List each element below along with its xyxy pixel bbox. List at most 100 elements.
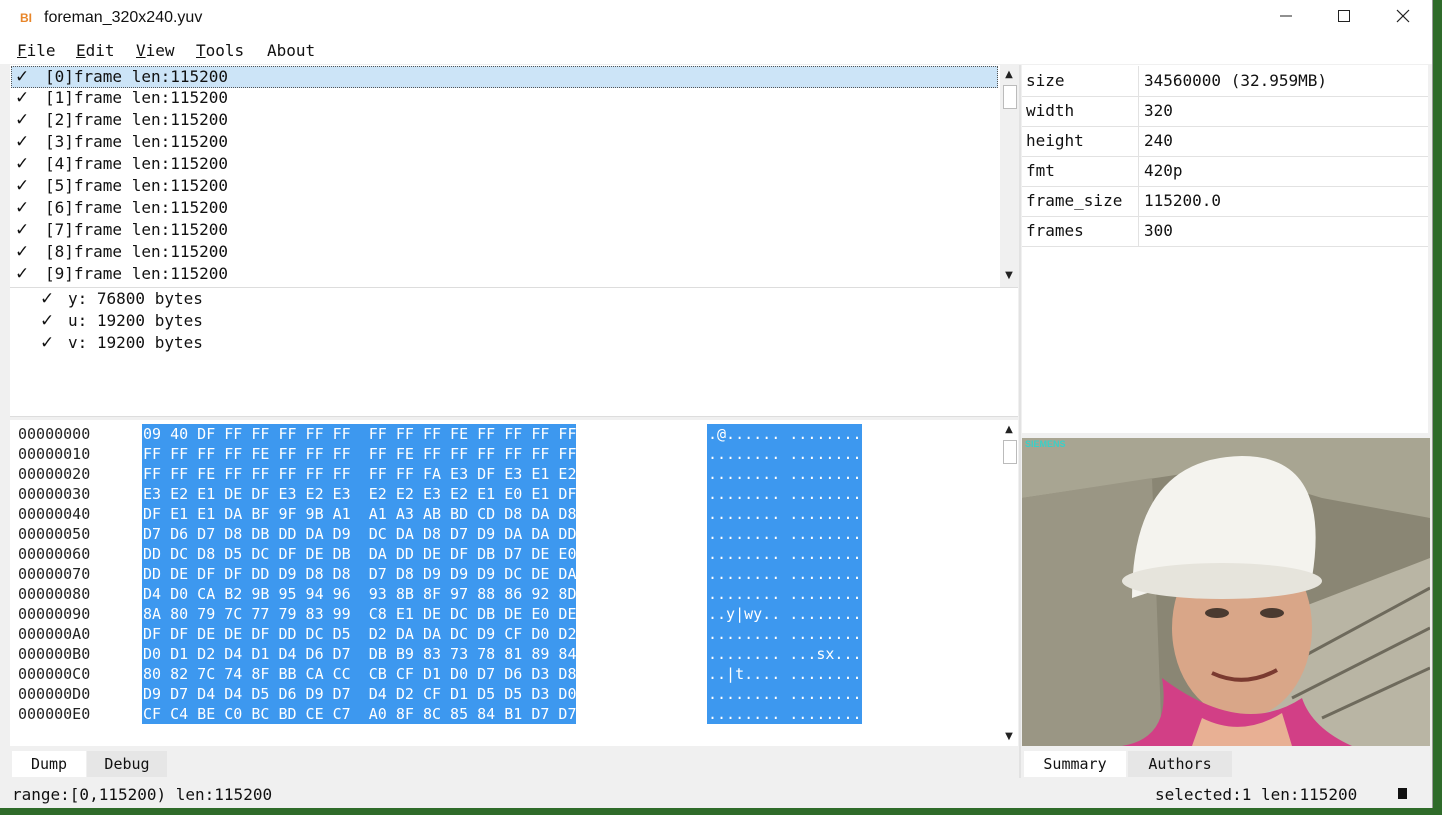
close-icon[interactable] <box>1374 0 1432 38</box>
property-row[interactable]: frames 300 <box>1022 216 1428 247</box>
check-icon[interactable]: ✓ <box>15 219 29 241</box>
frame-row[interactable]: ✓ [3]frame len:115200 <box>12 131 997 153</box>
frame-row[interactable]: ✓ [0]frame len:115200 <box>11 66 998 88</box>
hex-ascii[interactable]: ..|t.... ........ <box>707 664 862 684</box>
hex-ascii[interactable]: ........ ........ <box>707 544 862 564</box>
hex-ascii[interactable]: ........ ........ <box>707 564 862 584</box>
hex-ascii[interactable]: ........ ........ <box>707 484 862 504</box>
hex-bytes[interactable]: 80 82 7C 74 8F BB CA CC CB CF D1 D0 D7 D… <box>142 664 577 684</box>
check-icon[interactable]: ✓ <box>15 175 29 197</box>
hex-ascii[interactable]: ........ ........ <box>707 464 862 484</box>
hex-bytes[interactable]: 8A 80 79 7C 77 79 83 99 C8 E1 DE DC DB D… <box>142 604 577 624</box>
hex-ascii[interactable]: ........ ........ <box>707 624 862 644</box>
hex-bytes[interactable]: D7 D6 D7 D8 DB DD DA D9 DC DA D8 D7 D9 D… <box>142 524 577 544</box>
hex-ascii[interactable]: ........ ...sx... <box>707 644 862 664</box>
menu-about[interactable]: About <box>267 41 315 60</box>
hex-ascii[interactable]: ........ ........ <box>707 684 862 704</box>
frame-row[interactable]: ✓ [9]frame len:115200 <box>12 263 997 285</box>
property-row[interactable]: fmt 420p <box>1022 156 1428 187</box>
menu-edit[interactable]: Edit <box>76 41 115 60</box>
frame-label: [5]frame len:115200 <box>45 176 229 195</box>
property-row[interactable]: frame_size 115200.0 <box>1022 186 1428 217</box>
hex-bytes[interactable]: DF DF DE DE DF DD DC D5 D2 DA DA DC D9 C… <box>142 624 577 644</box>
frame-row[interactable]: ✓ [4]frame len:115200 <box>12 153 997 175</box>
hex-dump[interactable]: 00000000 09 40 DF FF FF FF FF FF FF FF FF… <box>10 420 1018 746</box>
frame-list-scrollbar[interactable]: ▲ ▼ <box>1000 65 1018 287</box>
scroll-thumb[interactable] <box>1003 85 1017 109</box>
frame-label: [3]frame len:115200 <box>45 132 229 151</box>
scroll-down-icon[interactable]: ▼ <box>1000 268 1018 284</box>
hex-bytes[interactable]: CF C4 BE C0 BC BD CE C7 A0 8F 8C 85 84 B… <box>142 704 577 724</box>
hex-bytes[interactable]: FF FF FE FF FF FF FF FF FF FF FA E3 DF E… <box>142 464 577 484</box>
check-icon[interactable]: ✓ <box>15 197 29 219</box>
scroll-thumb[interactable] <box>1003 440 1017 464</box>
frame-row[interactable]: ✓ [5]frame len:115200 <box>12 175 997 197</box>
check-icon[interactable]: ✓ <box>40 310 54 332</box>
frame-row[interactable]: ✓ [2]frame len:115200 <box>12 109 997 131</box>
menu-tools[interactable]: Tools <box>196 41 244 60</box>
check-icon[interactable]: ✓ <box>40 288 54 310</box>
menu-file-label: ile <box>26 41 56 60</box>
window-title: foreman_320x240.yuv <box>44 9 203 26</box>
preview-image <box>1022 438 1430 746</box>
hex-ascii[interactable]: .@...... ........ <box>707 424 862 444</box>
check-icon[interactable]: ✓ <box>40 332 54 354</box>
hex-ascii[interactable]: ........ ........ <box>707 704 862 724</box>
frame-row[interactable]: ✓ [1]frame len:115200 <box>12 87 997 109</box>
property-row[interactable]: width 320 <box>1022 96 1428 127</box>
frame-row[interactable]: ✓ [7]frame len:115200 <box>12 219 997 241</box>
minimize-icon[interactable] <box>1257 0 1315 38</box>
frame-row[interactable]: ✓ [6]frame len:115200 <box>12 197 997 219</box>
scroll-up-icon[interactable]: ▲ <box>1000 422 1018 438</box>
hex-bytes[interactable]: FF FF FF FF FE FF FF FF FF FE FF FF FF F… <box>142 444 577 464</box>
check-icon[interactable]: ✓ <box>15 109 29 131</box>
frame-list[interactable]: ✓ [0]frame len:115200 ✓ [1]frame len:11520… <box>10 65 1018 288</box>
hex-bytes[interactable]: E3 E2 E1 DE DF E3 E2 E3 E2 E2 E3 E2 E1 E… <box>142 484 577 504</box>
tab-dump[interactable]: Dump <box>12 751 86 777</box>
scroll-down-icon[interactable]: ▼ <box>1000 729 1018 745</box>
hex-bytes[interactable]: 09 40 DF FF FF FF FF FF FF FF FF FE FF F… <box>142 424 577 444</box>
hex-bytes[interactable]: DD DE DF DF DD D9 D8 D8 D7 D8 D9 D9 D9 D… <box>142 564 577 584</box>
hex-bytes[interactable]: D9 D7 D4 D4 D5 D6 D9 D7 D4 D2 CF D1 D5 D… <box>142 684 577 704</box>
frame-label: [6]frame len:115200 <box>45 198 229 217</box>
hex-ascii[interactable]: ........ ........ <box>707 444 862 464</box>
preview-watermark: SIEMENS <box>1025 439 1066 449</box>
property-row[interactable]: height 240 <box>1022 126 1428 157</box>
plane-list[interactable]: ✓ y: 76800 bytes ✓ u: 19200 bytes ✓ v: 1920… <box>10 288 1018 417</box>
splitter[interactable] <box>1019 65 1021 778</box>
app-logo-icon: BI <box>20 11 32 25</box>
check-icon[interactable]: ✓ <box>15 131 29 153</box>
frame-row[interactable]: ✓ [8]frame len:115200 <box>12 241 997 263</box>
menu-view-label: iew <box>145 41 175 60</box>
tab-summary[interactable]: Summary <box>1024 751 1126 777</box>
resize-grip-icon[interactable] <box>1398 788 1407 799</box>
scroll-up-icon[interactable]: ▲ <box>1000 67 1018 83</box>
menu-view[interactable]: View <box>136 41 175 60</box>
bottom-tabs-right: Summary Authors <box>1022 750 1430 778</box>
hex-scrollbar[interactable]: ▲ ▼ <box>1000 420 1018 746</box>
tab-authors[interactable]: Authors <box>1128 751 1232 777</box>
status-bar: range:[0,115200) len:115200 selected:1 l… <box>0 780 1432 808</box>
hex-ascii[interactable]: ........ ........ <box>707 504 862 524</box>
hex-ascii[interactable]: ..y|wy.. ........ <box>707 604 862 624</box>
check-icon[interactable]: ✓ <box>15 153 29 175</box>
check-icon[interactable]: ✓ <box>15 67 29 87</box>
check-icon[interactable]: ✓ <box>15 241 29 263</box>
menu-view-accel: V <box>136 41 146 60</box>
check-icon[interactable]: ✓ <box>15 263 29 285</box>
hex-bytes[interactable]: D0 D1 D2 D4 D1 D4 D6 D7 DB B9 83 73 78 8… <box>142 644 577 664</box>
hex-ascii[interactable]: ........ ........ <box>707 524 862 544</box>
hex-bytes[interactable]: DF E1 E1 DA BF 9F 9B A1 A1 A3 AB BD CD D… <box>142 504 577 524</box>
property-key: width <box>1026 101 1075 120</box>
menu-tools-label: ools <box>205 41 245 60</box>
check-icon[interactable]: ✓ <box>15 87 29 109</box>
hex-ascii[interactable]: ........ ........ <box>707 584 862 604</box>
hex-offset: 00000000 <box>18 425 91 443</box>
property-value: 34560000 (32.959MB) <box>1144 71 1328 90</box>
property-row[interactable]: size 34560000 (32.959MB) <box>1022 66 1428 97</box>
maximize-icon[interactable] <box>1315 0 1373 38</box>
hex-bytes[interactable]: D4 D0 CA B2 9B 95 94 96 93 8B 8F 97 88 8… <box>142 584 577 604</box>
tab-debug[interactable]: Debug <box>87 751 167 777</box>
hex-bytes[interactable]: DD DC D8 D5 DC DF DE DB DA DD DE DF DB D… <box>142 544 577 564</box>
menu-file[interactable]: File <box>17 41 56 60</box>
